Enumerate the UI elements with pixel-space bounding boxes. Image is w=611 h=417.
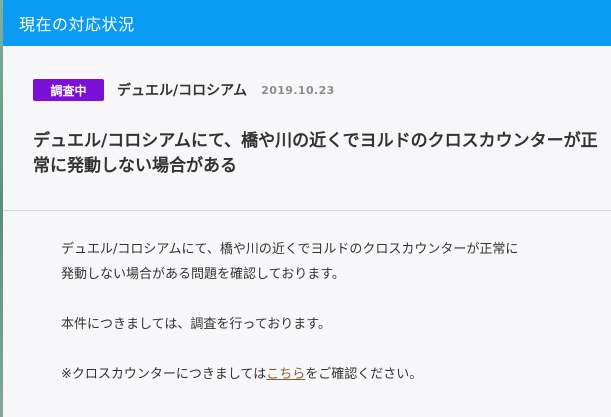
body-text-segment: ※クロスカウンターにつきましては — [61, 367, 267, 382]
cross-counter-link[interactable]: こちら — [266, 367, 305, 382]
notice-category: デュエル/コロシアム — [117, 83, 248, 99]
body-line: 発動しない場合がある問題を確認しております。 — [61, 267, 345, 282]
body-line: ※クロスカウンターにつきましてはこちらをご確認ください。 — [61, 362, 611, 387]
panel-header: 現在の対応状況 — [3, 0, 611, 46]
notice-body: デュエル/コロシアムにて、橋や川の近くでヨルドのクロスカウンターが正常に 発動し… — [3, 211, 611, 387]
header-title: 現在の対応状況 — [19, 15, 135, 34]
body-line: 本件につきましては、調査を行っております。 — [61, 317, 332, 332]
notice-title: デュエル/コロシアムにて、橋や川の近くでヨルドのクロスカウンターが正常に発動しな… — [33, 131, 598, 176]
body-text-segment: をご確認ください。 — [305, 367, 423, 382]
status-badge: 調査中 — [33, 79, 104, 101]
notice-date: 2019.10.23 — [261, 83, 335, 97]
notice-meta: 調査中 デュエル/コロシアム 2019.10.23 — [33, 77, 335, 103]
body-line: デュエル/コロシアムにて、橋や川の近くでヨルドのクロスカウンターが正常に — [61, 242, 519, 257]
status-panel: 現在の対応状況 調査中 デュエル/コロシアム 2019.10.23 デュエル/コ… — [3, 0, 611, 417]
notice-summary: 調査中 デュエル/コロシアム 2019.10.23 デュエル/コロシアムにて、橋… — [3, 46, 611, 211]
